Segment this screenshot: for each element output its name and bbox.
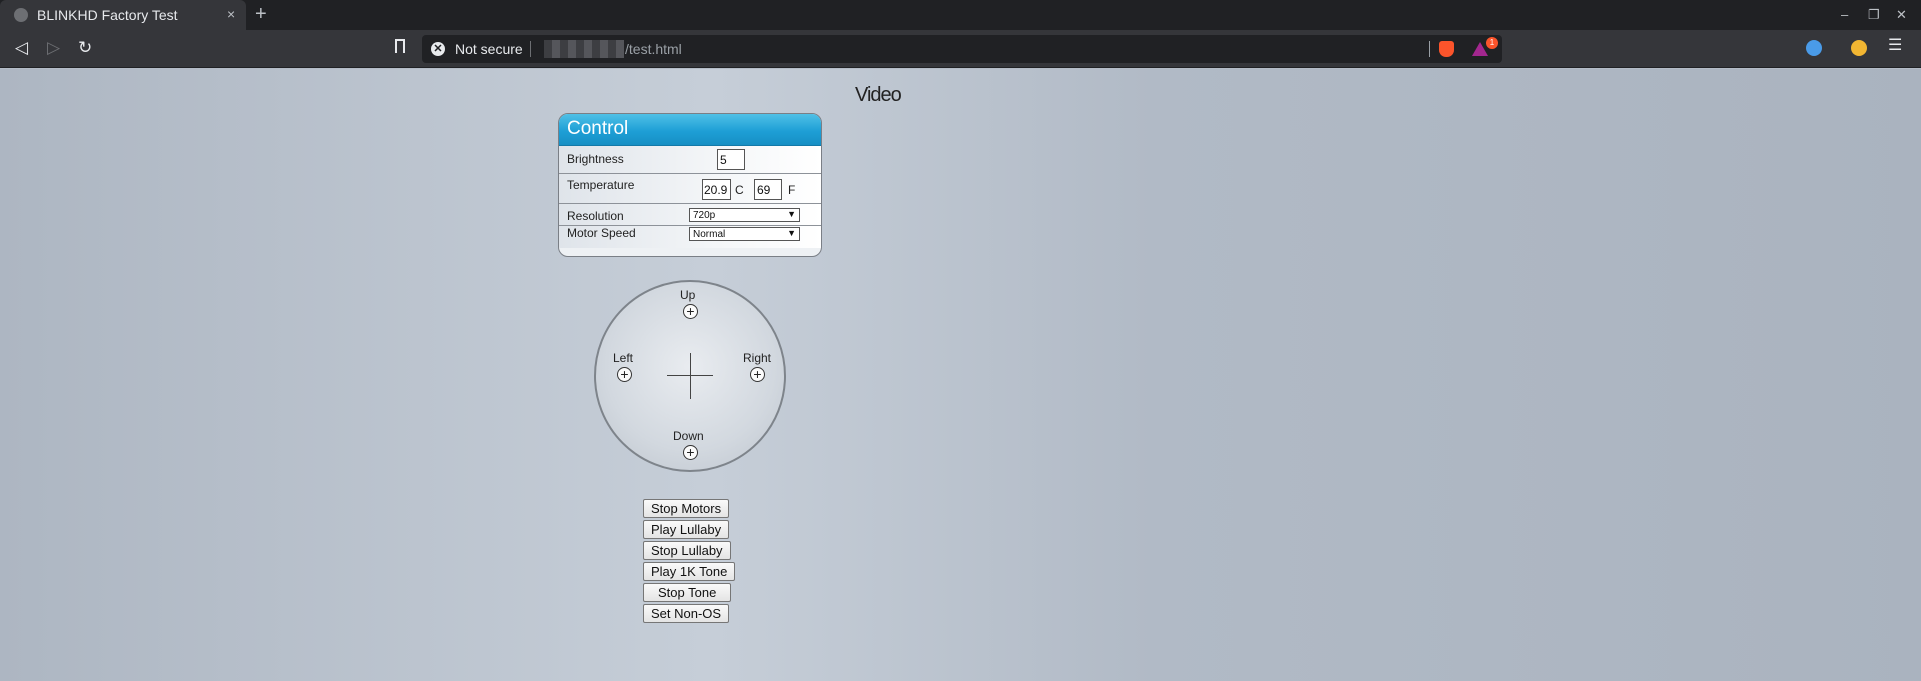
tab-bar: BLINKHD Factory Test × + – ❐ ✕: [0, 0, 1921, 30]
forward-button[interactable]: ▷: [47, 38, 60, 58]
move-up-button[interactable]: +: [683, 304, 698, 319]
back-button[interactable]: ◁: [15, 38, 28, 58]
right-label: Right: [743, 351, 772, 365]
tab-title: BLINKHD Factory Test: [37, 7, 178, 23]
temperature-celsius-field[interactable]: 20.9: [702, 179, 731, 200]
down-label: Down: [673, 429, 704, 443]
brightness-input[interactable]: 5: [717, 149, 745, 170]
rewards-badge: 1: [1486, 37, 1498, 49]
minimize-button[interactable]: –: [1841, 7, 1848, 22]
divider: [1429, 41, 1430, 57]
play-1k-tone-button[interactable]: Play 1K Tone: [643, 562, 736, 581]
stop-lullaby-button[interactable]: Stop Lullaby: [643, 541, 731, 560]
temperature-label: Temperature: [567, 178, 635, 192]
resolution-label: Resolution: [567, 209, 624, 223]
chevron-down-icon: ▼: [787, 228, 796, 238]
motor-speed-label: Motor Speed: [567, 226, 636, 240]
restore-button[interactable]: ❐: [1868, 7, 1880, 23]
globe-icon: [14, 8, 28, 22]
temperature-fahrenheit-field[interactable]: 69: [754, 179, 782, 200]
move-right-button[interactable]: +: [750, 367, 765, 382]
control-panel-title: Control: [559, 114, 821, 146]
close-tab-icon[interactable]: ×: [227, 6, 235, 22]
browser-tab[interactable]: BLINKHD Factory Test ×: [0, 0, 246, 30]
extension-icon[interactable]: [1851, 40, 1867, 56]
close-window-button[interactable]: ✕: [1896, 7, 1907, 23]
stop-tone-button[interactable]: Stop Tone: [643, 583, 732, 602]
extension-icon[interactable]: [1806, 40, 1822, 56]
control-panel: Control Brightness 5 Temperature 20.9 C …: [558, 113, 822, 257]
move-down-button[interactable]: +: [683, 445, 698, 460]
brightness-label: Brightness: [567, 152, 624, 166]
reload-button[interactable]: ↻: [78, 38, 92, 58]
celsius-unit: C: [735, 183, 744, 197]
fahrenheit-unit: F: [788, 183, 796, 197]
brightness-row: Brightness 5: [559, 146, 821, 174]
stop-motors-button[interactable]: Stop Motors: [643, 499, 730, 518]
resolution-row: Resolution 720p ▼: [559, 204, 821, 226]
motor-speed-selected-value: Normal: [693, 229, 726, 240]
direction-pad: Up + Left + Right + Down +: [594, 280, 786, 472]
redacted-host: [544, 40, 624, 58]
browser-toolbar: ◁ ▷ ↻ ✕ Not secure /test.html 1 ☰: [0, 30, 1921, 68]
left-label: Left: [613, 351, 634, 365]
page-content: Video Control Brightness 5 Temperature 2…: [0, 69, 1921, 681]
motor-speed-row: Motor Speed Normal ▼: [559, 226, 821, 248]
move-left-button[interactable]: +: [617, 367, 632, 382]
up-label: Up: [680, 288, 696, 302]
bookmark-icon[interactable]: [395, 39, 405, 53]
resolution-selected-value: 720p: [693, 210, 716, 221]
divider: [530, 41, 531, 57]
crosshair-icon: [690, 353, 691, 399]
resolution-select[interactable]: 720p ▼: [689, 208, 800, 222]
security-status[interactable]: Not secure: [455, 41, 523, 57]
address-bar[interactable]: ✕ Not secure /test.html 1: [422, 35, 1502, 63]
temperature-row: Temperature 20.9 C 69 F: [559, 174, 821, 204]
play-lullaby-button[interactable]: Play Lullaby: [643, 520, 730, 539]
menu-icon[interactable]: ☰: [1888, 35, 1902, 55]
set-non-os-button[interactable]: Set Non-OS: [643, 604, 730, 623]
new-tab-button[interactable]: +: [255, 3, 267, 26]
page-title: Video: [855, 84, 902, 106]
not-secure-icon[interactable]: ✕: [431, 42, 445, 56]
chevron-down-icon: ▼: [787, 209, 796, 219]
url-text[interactable]: /test.html: [625, 41, 682, 57]
motor-speed-select[interactable]: Normal ▼: [689, 227, 800, 241]
brave-shields-icon[interactable]: [1439, 41, 1454, 57]
